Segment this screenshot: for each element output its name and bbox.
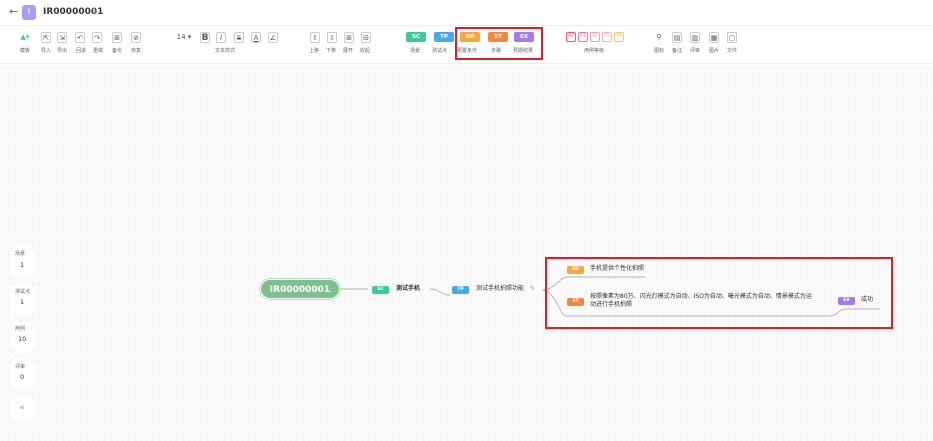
move-down-icon[interactable]: ⇩ [327, 32, 337, 43]
backup-label: 备份 [112, 48, 123, 54]
move-down-label: 下移 [326, 48, 337, 54]
scene-label: 场景 [410, 48, 421, 54]
test-point-node[interactable]: 测试手机拍照功能 [476, 285, 524, 293]
stat-case-value: 10 [18, 335, 27, 343]
collapse-panel-button[interactable]: « [9, 396, 35, 422]
expected-result-node-tag: EX [838, 297, 855, 305]
import-label: 导入 [41, 48, 52, 54]
icon-tool-label: 图标 [654, 48, 665, 54]
step-label: 步骤 [491, 48, 502, 54]
expand-label: 展开 [343, 48, 354, 54]
text-style-label: 文本样式 [215, 48, 236, 54]
bold-icon[interactable]: B [200, 32, 210, 43]
expected-result-label: 预期结果 [513, 48, 534, 54]
image-icon[interactable]: ▦ [709, 32, 719, 43]
undo-icon[interactable]: ↶ [75, 32, 85, 43]
edit-node-icon[interactable]: ✎ [530, 285, 535, 293]
restore-label: 恢复 [131, 48, 142, 54]
step-node-tag: ST [567, 298, 584, 306]
move-up-icon[interactable]: ⇧ [310, 32, 320, 43]
stat-review-label: 评审 [15, 364, 26, 370]
collapse-label: 收起 [360, 48, 371, 54]
font-size-select[interactable]: 14 ▾ [174, 32, 194, 43]
restore-icon[interactable]: ⊘ [131, 32, 141, 43]
priority-p2-button[interactable]: P2 [590, 32, 600, 42]
scene-node[interactable]: 测试手机 [396, 285, 420, 293]
stat-test-point-value: 1 [20, 298, 25, 306]
precondition-node-tag: OD [567, 266, 584, 274]
export-label: 导出 [57, 48, 68, 54]
template-icon[interactable]: ▲▾ [18, 32, 32, 43]
title-bar: ← I IR00000001 ✎ [0, 0, 933, 26]
move-up-label: 上移 [309, 48, 320, 54]
stat-test-point-label: 测试点 [15, 289, 31, 295]
stat-scene-label: 场景 [15, 251, 26, 257]
test-point-node-tag: TP [452, 286, 469, 294]
priority-p1-button[interactable]: P1 [578, 32, 588, 42]
stat-case-label: 用例 [15, 326, 26, 332]
highlight-icon[interactable]: ∠ [268, 32, 278, 43]
expected-result-tag-button[interactable]: EX [514, 32, 534, 42]
import-icon[interactable]: ⇱ [41, 32, 51, 43]
priority-label: 用例等级 [584, 48, 605, 54]
export-icon[interactable]: ⇲ [57, 32, 67, 43]
stat-review-value: 0 [20, 373, 25, 381]
step-tag-button[interactable]: ST [488, 32, 508, 42]
expand-icon[interactable]: ⊞ [344, 32, 354, 43]
note-icon[interactable]: ▤ [672, 32, 682, 43]
mindmap-canvas[interactable] [0, 65, 933, 441]
image-label: 图片 [709, 48, 720, 54]
file-label: 文件 [727, 48, 738, 54]
file-icon[interactable]: ▢ [727, 32, 737, 43]
scene-node-tag: SC [372, 286, 389, 294]
precondition-label: 预置条件 [457, 48, 478, 54]
italic-icon[interactable]: I [216, 32, 226, 43]
project-icon: I [22, 5, 36, 20]
root-node[interactable]: IR00000001 [260, 279, 340, 299]
priority-p0-button[interactable]: P0 [566, 32, 576, 42]
redo-label: 重做 [93, 48, 104, 54]
note-label: 备注 [672, 48, 683, 54]
icon-tool-icon[interactable]: ⚲ [654, 32, 664, 43]
backup-icon[interactable]: ⊞ [112, 32, 122, 43]
toolbar: ▲▾ ⇱ ⇲ ↶ ↷ ⊞ ⊘ 模板 导入 导出 回退 重做 备份 恢复 14 ▾… [0, 27, 933, 64]
priority-p3-button[interactable]: P3 [602, 32, 612, 42]
strikethrough-icon[interactable]: S [234, 32, 244, 43]
font-color-icon[interactable]: A [251, 32, 261, 43]
priority-p4-button[interactable]: P4 [614, 32, 624, 42]
review-icon[interactable]: ▥ [690, 32, 700, 43]
edit-title-icon[interactable]: ✎ [91, 6, 99, 18]
redo-icon[interactable]: ↷ [92, 32, 102, 43]
scene-tag-button[interactable]: SC [406, 32, 426, 42]
back-arrow-icon[interactable]: ← [9, 5, 18, 19]
step-node[interactable]: 按照像素为80万、闪光灯模式为自动、ISO为自动、曝光模式为自动、情景模式为运动… [590, 293, 816, 309]
undo-label: 回退 [76, 48, 87, 54]
test-point-tag-button[interactable]: TP [434, 32, 454, 42]
stat-scene-value: 1 [20, 261, 25, 269]
precondition-tag-button[interactable]: OD [460, 32, 480, 42]
collapse-icon[interactable]: ⊟ [361, 32, 371, 43]
test-point-label: 测试点 [432, 48, 448, 54]
precondition-node[interactable]: 手机提供个性化拍照 [590, 265, 644, 273]
review-label: 评审 [690, 48, 701, 54]
expected-result-node[interactable]: 成功 [861, 296, 873, 304]
template-label: 模板 [20, 48, 31, 54]
